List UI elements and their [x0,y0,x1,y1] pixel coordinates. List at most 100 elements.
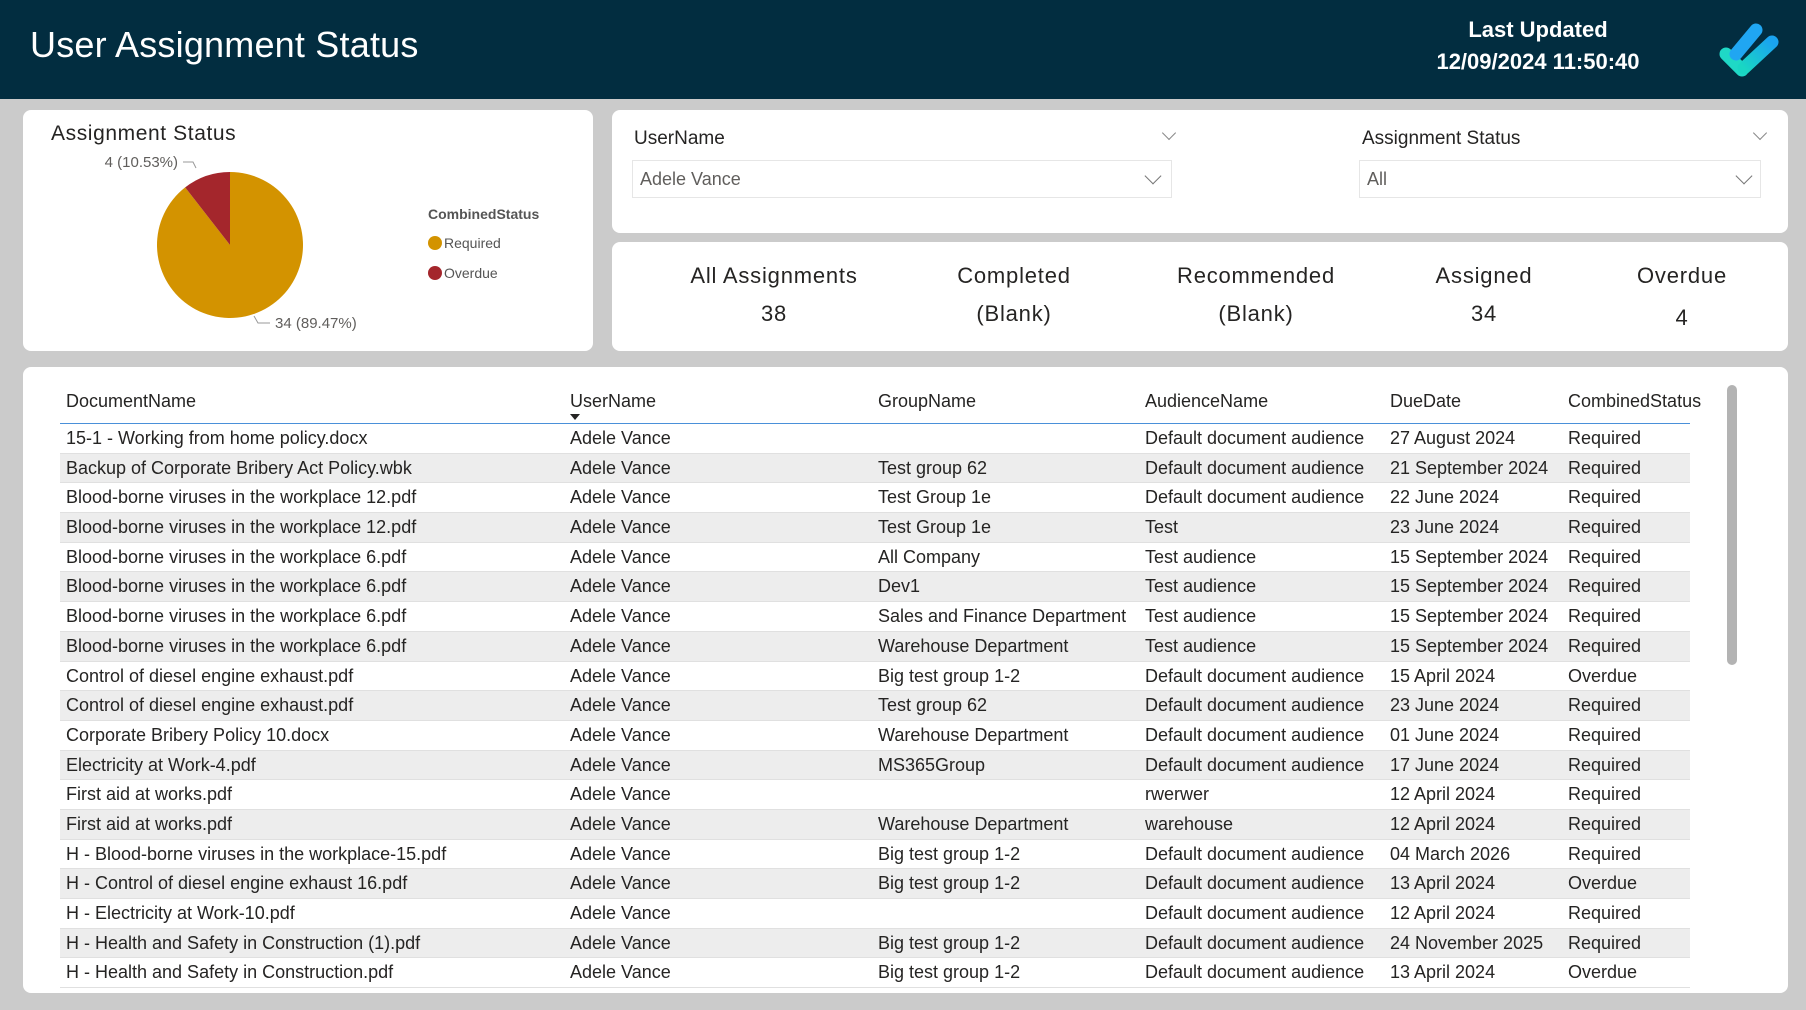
cell-duedate: 27 August 2024 [1390,428,1516,448]
table-header: DocumentName UserName GroupName Audience… [60,385,1701,424]
assignment-status-dropdown[interactable]: All [1359,160,1761,198]
cell-documentname: Blood-borne viruses in the workplace 6.p… [66,606,407,627]
table-row[interactable]: Blood-borne viruses in the workplace 6.p… [60,572,1690,603]
table-row[interactable]: H - Control of diesel engine exhaust 16.… [60,869,1690,899]
cell-username: Adele Vance [570,665,671,686]
kpi-value: (Blank) [1218,301,1294,326]
legend-title: CombinedStatus [428,206,540,222]
cell-duedate: 17 June 2024 [1390,754,1500,775]
app-header: User Assignment Status Last Updated 12/0… [0,0,1806,99]
table-row[interactable]: H - Health and Safety in Construction (1… [60,928,1690,959]
table-row[interactable]: First aid at works.pdf Adele Vance Warehou… [60,809,1690,840]
cell-documentname: 15-1 - Working from home policy.docx [66,428,368,448]
cell-groupname: Big test group 1-2 [878,843,1021,864]
assignment-status-pie-card: Assignment Status 4 (10.53%) 34 (89.47%) … [23,110,593,351]
cell-combinedstatus: Required [1568,517,1642,538]
column-header-documentname[interactable]: DocumentName [66,391,196,412]
cell-audiencename: Default document audience [1145,962,1365,983]
cell-combinedstatus: Required [1568,576,1642,597]
table-scrollbar[interactable] [1727,385,1737,665]
cell-duedate: 13 April 2024 [1390,873,1496,894]
table-row[interactable]: H - Blood-borne viruses in the workplace… [60,840,1690,870]
cell-documentname: H - Blood-borne viruses in the workplace… [66,843,447,864]
kpi-label: Overdue [1637,263,1727,288]
cell-duedate: 24 November 2025 [1390,932,1544,953]
cell-groupname: Big test group 1-2 [878,873,1021,894]
assignment-status-dropdown-value: All [1367,169,1388,189]
table-row[interactable]: Corporate Bribery Policy 10.docx Adele Va… [60,721,1690,751]
cell-audiencename: Default document audience [1145,903,1365,923]
column-header-duedate[interactable]: DueDate [1390,391,1461,412]
cell-username: Adele Vance [570,724,671,745]
cell-groupname: Warehouse Department [878,813,1069,834]
cell-audiencename: Default document audience [1145,724,1365,745]
cell-combinedstatus: Required [1568,546,1642,567]
table-row[interactable]: Blood-borne viruses in the workplace 6.p… [60,543,1690,573]
cell-combinedstatus: Required [1568,428,1642,448]
table-row[interactable]: Blood-borne viruses in the workplace 6.p… [60,602,1690,632]
cell-groupname: Test group 62 [878,457,988,478]
filter-slicers-card: UserName Adele Vance Assignment Status A… [612,110,1788,233]
cell-audiencename: Default document audience [1145,428,1365,448]
cell-username: Adele Vance [570,932,671,953]
cell-documentname: Control of diesel engine exhaust.pdf [66,665,354,686]
cell-documentname: Blood-borne viruses in the workplace 6.p… [66,576,407,597]
last-updated-label: Last Updated [1468,17,1608,42]
data-label-required: 34 (89.47%) [275,315,357,332]
cell-username: Adele Vance [570,546,671,567]
cell-groupname: Big test group 1-2 [878,665,1021,686]
legend-label-overdue: Overdue [444,265,498,281]
cell-groupname: MS365Group [878,754,986,775]
table-row[interactable]: Electricity at Work-4.pdf Adele Vance MS36… [60,750,1690,781]
table-row[interactable]: H - Electricity at Work-10.pdf Adele Vanc… [60,899,1690,929]
cell-documentname: H - Health and Safety in Construction (1… [66,932,421,953]
cell-audiencename: Default document audience [1145,487,1365,508]
assignments-table-card: DocumentName UserName GroupName Audience… [23,367,1788,993]
cell-username: Adele Vance [570,457,671,478]
cell-username: Adele Vance [570,813,671,834]
username-slicer: UserName [634,124,1177,154]
cell-combinedstatus: Required [1568,606,1642,627]
leader-line-overdue [183,161,197,169]
cell-duedate: 15 September 2024 [1390,606,1549,627]
column-header-audiencename[interactable]: AudienceName [1145,391,1268,412]
column-header-username[interactable]: UserName [570,391,656,412]
cell-documentname: Blood-borne viruses in the workplace 6.p… [66,546,407,567]
cell-username: Adele Vance [570,428,671,448]
table-row[interactable]: H - Health and Safety in Construction.pd… [60,958,1690,989]
cell-groupname: Test group 62 [878,695,988,716]
table-row[interactable]: Blood-borne viruses in the workplace 12.… [60,483,1690,514]
table-row[interactable]: Blood-borne viruses in the workplace 6.p… [60,631,1690,662]
cell-audiencename: Default document audience [1145,932,1365,953]
cell-combinedstatus: Overdue [1568,962,1638,983]
cell-combinedstatus: Required [1568,635,1642,656]
kpi-label: Completed [957,263,1071,288]
username-dropdown[interactable]: Adele Vance [632,160,1172,198]
cell-combinedstatus: Required [1568,457,1642,478]
table-row[interactable]: First aid at works.pdf Adele Vance rwerwer… [60,780,1690,810]
sort-descending-icon [570,414,580,420]
table-row[interactable]: 15-1 - Working from home policy.docx Adel… [60,424,1690,454]
cell-audiencename: Default document audience [1145,457,1365,478]
cell-documentname: Blood-borne viruses in the workplace 12.… [66,517,417,538]
cell-documentname: H - Health and Safety in Construction.pd… [66,962,394,983]
legend-item-overdue[interactable]: Overdue [428,258,539,288]
legend-item-required[interactable]: Required [428,228,539,258]
table-row[interactable]: Blood-borne viruses in the workplace 12.… [60,513,1690,543]
table-row[interactable]: Control of diesel engine exhaust.pdf Adel… [60,662,1690,692]
checkmark-logo-icon [1719,23,1779,77]
cell-audiencename: rwerwer [1145,784,1210,805]
kpi-recommended: Recommended (Blank) [1146,256,1366,332]
column-header-groupname[interactable]: GroupName [878,391,976,412]
cell-duedate: 13 April 2024 [1390,962,1496,983]
cell-audiencename: Test audience [1145,635,1257,656]
kpi-assigned: Assigned 34 [1374,256,1594,332]
leader-line-required [253,315,270,324]
cell-documentname: Blood-borne viruses in the workplace 12.… [66,487,417,508]
username-slicer-label: UserName [634,128,725,149]
cell-combinedstatus: Required [1568,813,1642,834]
table-row[interactable]: Backup of Corporate Bribery Act Policy.w… [60,453,1690,484]
column-header-combinedstatus[interactable]: CombinedStatus [1568,391,1701,412]
cell-groupname: Big test group 1-2 [878,962,1021,983]
table-row[interactable]: Control of diesel engine exhaust.pdf Adel… [60,691,1690,721]
